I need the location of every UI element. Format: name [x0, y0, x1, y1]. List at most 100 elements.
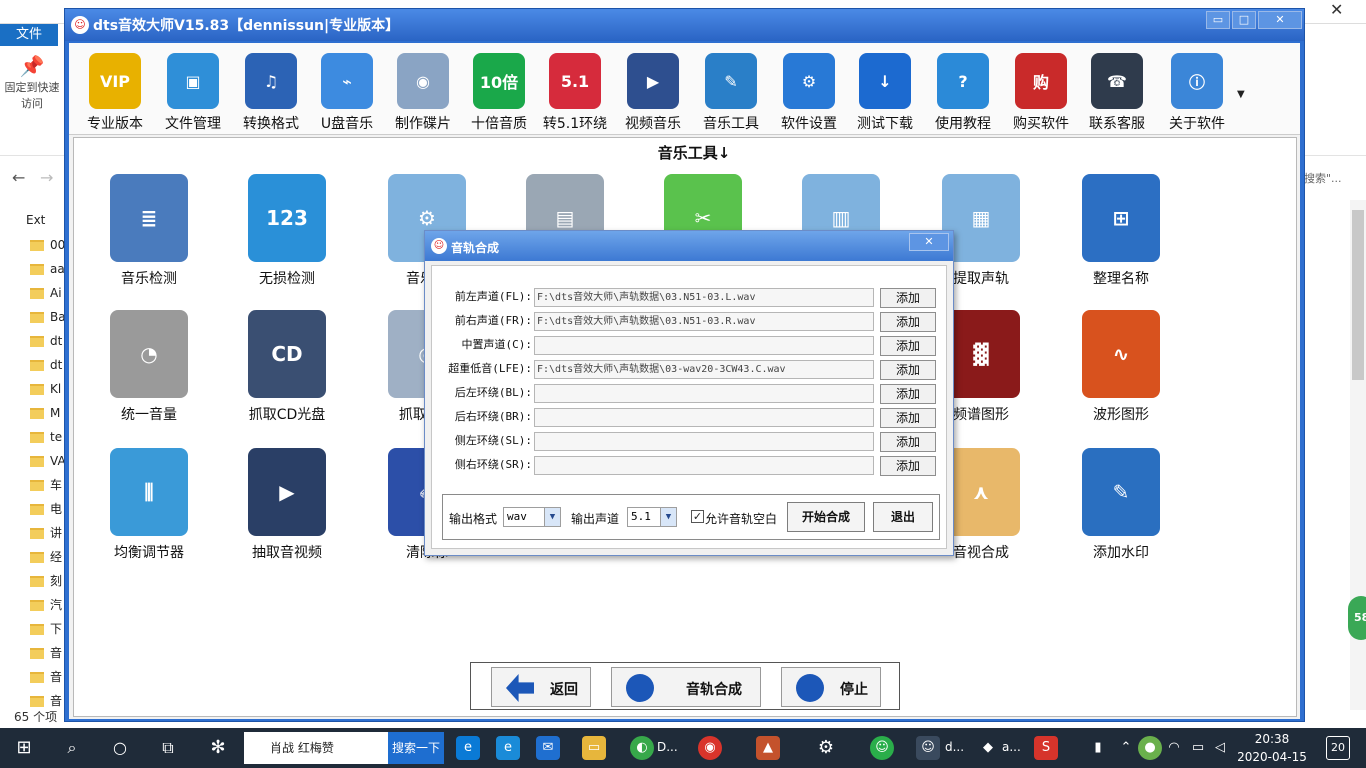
- toolbar-item-3[interactable]: ♫ 转换格式: [233, 47, 309, 133]
- channel-path-field[interactable]: [534, 408, 874, 427]
- dialog-close-button[interactable]: ✕: [909, 233, 949, 251]
- taskbar-search-input[interactable]: 肖战 红梅赞: [244, 732, 388, 764]
- toolbar-item-1[interactable]: VIP 专业版本: [77, 47, 153, 133]
- tree-folder-label: 音: [50, 694, 63, 708]
- explorer-close-icon[interactable]: ✕: [1330, 0, 1352, 22]
- toolbar-item-5[interactable]: ◉ 制作碟片: [385, 47, 461, 133]
- stop-button[interactable]: 停止: [781, 667, 881, 707]
- maximize-button[interactable]: □: [1232, 11, 1256, 29]
- matlab-icon[interactable]: ▲: [756, 736, 780, 760]
- app-titlebar[interactable]: ☺ dts音效大师V15.83【dennissun|专业版本】 ▭ □ ✕: [65, 9, 1304, 41]
- channel-path-field[interactable]: [534, 336, 874, 355]
- dts-taskbar-icon[interactable]: ☺: [916, 736, 940, 760]
- chrome-icon[interactable]: ◉: [698, 736, 722, 760]
- taskbar-clock[interactable]: 20:38 2020-04-15: [1232, 730, 1312, 766]
- add-file-button[interactable]: 添加: [880, 384, 936, 404]
- add-file-button[interactable]: 添加: [880, 336, 936, 356]
- merge-label: 音轨合成: [686, 682, 742, 698]
- allow-blank-checkbox[interactable]: ✓: [691, 510, 704, 523]
- channel-path-field[interactable]: F:\dts音效大师\声轨数据\03-wav20-3CW43.C.wav: [534, 360, 874, 379]
- pin-to-quick-access-button[interactable]: 📌 固定到快速访问: [4, 56, 60, 112]
- ie-icon[interactable]: e: [496, 736, 520, 760]
- tool-item[interactable]: ✎ 添加水印: [1056, 448, 1176, 568]
- volume-knob-icon: ◔: [110, 310, 188, 398]
- tray-app-icon[interactable]: ●: [1138, 736, 1162, 760]
- toolbar-item-12[interactable]: ? 使用教程: [925, 47, 1001, 133]
- close-button[interactable]: ✕: [1258, 11, 1302, 29]
- tool-item[interactable]: ∿ 波形图形: [1056, 310, 1176, 430]
- output-format-select[interactable]: wav ▼: [503, 507, 561, 527]
- settings-gear-icon[interactable]: ⚙: [814, 736, 838, 760]
- add-file-button[interactable]: 添加: [880, 288, 936, 308]
- app-a-label[interactable]: a...: [1002, 740, 1021, 754]
- toolbar-item-11[interactable]: ↓ 测试下载: [847, 47, 923, 133]
- power-icon[interactable]: ▭: [1186, 736, 1210, 760]
- dialog-title: 音轨合成: [451, 241, 500, 255]
- output-channel-select[interactable]: 5.1 ▼: [627, 507, 677, 527]
- taskbar-search-button[interactable]: 搜索一下: [388, 732, 444, 764]
- allow-blank-label: 允许音轨空白: [705, 512, 778, 526]
- toolbar-item-4[interactable]: ⌁ U盘音乐: [309, 47, 385, 133]
- explorer-icon[interactable]: ▭: [582, 736, 606, 760]
- channel-path-field[interactable]: F:\dts音效大师\声轨数据\03.N51-03.L.wav: [534, 288, 874, 307]
- fox-icon[interactable]: ◆: [976, 736, 1000, 760]
- toolbar-item-13[interactable]: 购购买软件: [1003, 47, 1079, 133]
- network-icon[interactable]: ◠: [1162, 736, 1186, 760]
- tray-expand-icon[interactable]: ⌃: [1114, 736, 1138, 760]
- tool-item[interactable]: ◔ 统一音量: [84, 310, 204, 430]
- start-merge-button[interactable]: 开始合成: [787, 502, 865, 532]
- wechat-icon[interactable]: ☺: [870, 736, 894, 760]
- explorer-search-input[interactable]: 搜索"...: [1304, 170, 1354, 188]
- channel-path-field[interactable]: [534, 456, 874, 475]
- app-d-label[interactable]: D...: [657, 740, 678, 754]
- merge-tracks-button[interactable]: 音轨合成: [611, 667, 761, 707]
- tool-item[interactable]: ▶ 抽取音视频: [222, 448, 342, 568]
- cortana-icon[interactable]: ○: [108, 736, 132, 760]
- dts-taskbar-label[interactable]: d...: [945, 740, 964, 754]
- toolbar-more-icon[interactable]: ▼: [1237, 89, 1245, 100]
- battery-icon[interactable]: ▮: [1086, 736, 1110, 760]
- toolbar-item-10[interactable]: ⚙ 软件设置: [771, 47, 847, 133]
- channel-path-field[interactable]: F:\dts音效大师\声轨数据\03.N51-03.R.wav: [534, 312, 874, 331]
- toolbar-item-6[interactable]: 10倍 十倍音质: [461, 47, 537, 133]
- task-view-icon[interactable]: ⧉: [156, 736, 180, 760]
- gear-icon: ⚙: [783, 53, 835, 109]
- tool-item[interactable]: 123 无损检测: [222, 174, 342, 294]
- floating-badge[interactable]: 58: [1348, 596, 1366, 640]
- add-file-button[interactable]: 添加: [880, 408, 936, 428]
- tool-item[interactable]: ≣ 音乐检测: [84, 174, 204, 294]
- pinwheel-icon[interactable]: ✻: [206, 736, 230, 760]
- mail-icon[interactable]: ✉: [536, 736, 560, 760]
- exit-button[interactable]: 退出: [873, 502, 933, 532]
- add-file-button[interactable]: 添加: [880, 432, 936, 452]
- tool-label: 音乐检测: [121, 271, 177, 287]
- tool-item[interactable]: ⫼ 均衡调节器: [84, 448, 204, 568]
- toolbar-item-2[interactable]: ▣ 文件管理: [155, 47, 231, 133]
- toolbar-item-15[interactable]: ⓘ 关于软件: [1159, 47, 1235, 133]
- toolbar-item-8[interactable]: ▶ 视频音乐: [615, 47, 691, 133]
- wps-icon[interactable]: S: [1034, 736, 1058, 760]
- minimize-button[interactable]: ▭: [1206, 11, 1230, 29]
- channel-path-field[interactable]: [534, 432, 874, 451]
- add-file-button[interactable]: 添加: [880, 312, 936, 332]
- app-d-icon[interactable]: ◐: [630, 736, 654, 760]
- tool-item[interactable]: CD 抓取CD光盘: [222, 310, 342, 430]
- back-arrow-icon[interactable]: ←: [12, 168, 25, 187]
- volume-icon[interactable]: ◁: [1208, 736, 1232, 760]
- search-icon[interactable]: ⌕: [60, 736, 84, 760]
- forward-arrow-icon[interactable]: →: [40, 168, 53, 187]
- add-file-button[interactable]: 添加: [880, 360, 936, 380]
- channel-path-field[interactable]: [534, 384, 874, 403]
- windows-start-icon[interactable]: ⊞: [12, 736, 36, 760]
- toolbar-item-9[interactable]: ✎ 音乐工具: [693, 47, 769, 133]
- usb-icon: ⌁: [321, 53, 373, 109]
- toolbar-item-7[interactable]: 5.1 转5.1环绕: [537, 47, 613, 133]
- notification-center-icon[interactable]: 20: [1326, 736, 1350, 760]
- tool-item[interactable]: ⊞ 整理名称: [1056, 174, 1176, 294]
- edge-icon[interactable]: e: [456, 736, 480, 760]
- back-button[interactable]: 返回: [491, 667, 591, 707]
- toolbar-item-14[interactable]: ☎ 联系客服: [1079, 47, 1155, 133]
- dialog-titlebar[interactable]: ☺ 音轨合成 ✕: [425, 231, 953, 261]
- explorer-file-tab[interactable]: 文件: [0, 24, 58, 46]
- add-file-button[interactable]: 添加: [880, 456, 936, 476]
